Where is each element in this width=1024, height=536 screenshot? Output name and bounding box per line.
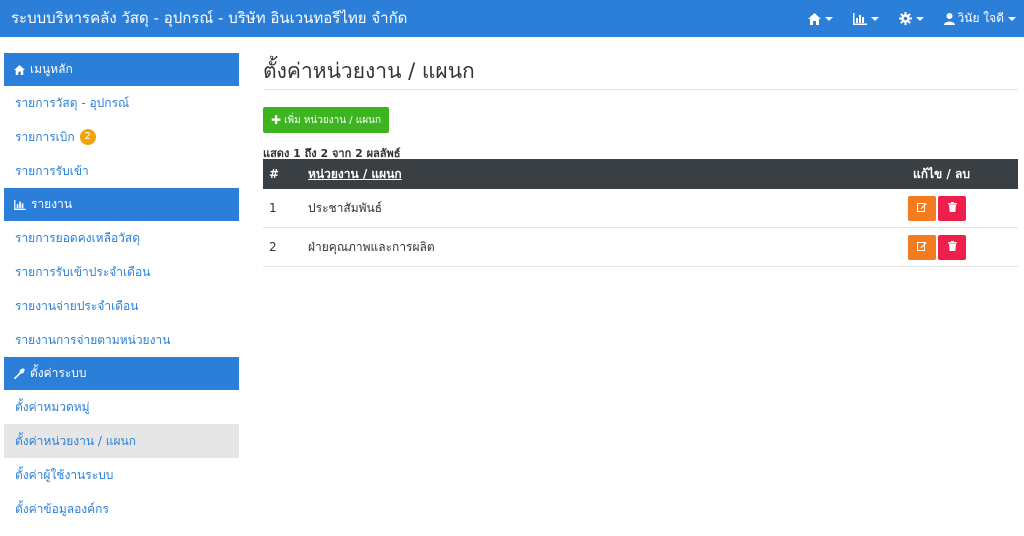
sidebar-item-monthly-receipts[interactable]: รายการรับเข้าประจำเดือน <box>4 255 239 289</box>
bar-chart-icon <box>852 12 867 25</box>
departments-table: # หน่วยงาน / แผนก แก้ไข / ลบ 1 ประชาสัมพ… <box>263 159 1018 267</box>
sidebar-item-organization[interactable]: ตั้งค่าข้อมูลองค์กร <box>4 492 239 526</box>
settings-menu-dropdown[interactable] <box>889 0 934 37</box>
wrench-icon <box>14 368 25 379</box>
chevron-down-icon <box>1008 16 1016 21</box>
sidebar-item-label: ตั้งค่าผู้ใช้งานระบบ <box>15 467 114 482</box>
gear-icon <box>898 12 912 25</box>
sidebar-item-label: รายงานจ่ายประจำเดือน <box>15 298 139 313</box>
chevron-down-icon <box>915 16 924 21</box>
user-icon <box>943 12 955 25</box>
sidebar-item-users[interactable]: ตั้งค่าผู้ใช้งานระบบ <box>4 458 239 492</box>
sidebar-header-label: ตั้งค่าระบบ <box>30 366 87 380</box>
sidebar-item-label: รายการรับเข้าประจำเดือน <box>15 264 151 279</box>
sidebar-item-monthly-issues[interactable]: รายงานจ่ายประจำเดือน <box>4 289 239 323</box>
table-row: 1 ประชาสัมพันธ์ <box>263 189 1018 228</box>
sidebar-item-label: รายการรับเข้า <box>15 163 89 178</box>
sidebar-item-categories[interactable]: ตั้งค่าหมวดหมู่ <box>4 390 239 424</box>
edit-icon <box>917 240 927 254</box>
sidebar-item-departments[interactable]: ตั้งค่าหน่วยงาน / แผนก <box>4 424 239 458</box>
sidebar-header-label: รายงาน <box>31 197 73 211</box>
sidebar-item-label: รายการเบิก <box>15 129 75 144</box>
main-content: ตั้งค่าหน่วยงาน / แผนก ✚ เพิ่ม หน่วยงาน … <box>263 53 1018 267</box>
sidebar-item-stock-balance[interactable]: รายการยอดคงเหลือวัสดุ <box>4 221 239 255</box>
sidebar-header-main-menu: เมนูหลัก <box>4 53 239 86</box>
top-navbar: ระบบบริหารคลัง วัสดุ - อุปกรณ์ - บริษัท … <box>0 0 1024 37</box>
sidebar-header-settings: ตั้งค่าระบบ <box>4 357 239 390</box>
column-header-number: # <box>269 167 280 181</box>
sidebar-item-materials[interactable]: รายการวัสดุ - อุปกรณ์ <box>4 86 239 120</box>
plus-icon: ✚ <box>271 113 282 127</box>
trash-icon <box>947 240 957 254</box>
sidebar-item-label: รายการยอดคงเหลือวัสดุ <box>15 230 141 245</box>
row-actions <box>908 195 1018 221</box>
sidebar-item-label: ตั้งค่าข้อมูลองค์กร <box>15 501 109 516</box>
row-actions <box>908 234 1018 260</box>
column-header-department[interactable]: หน่วยงาน / แผนก <box>308 165 908 184</box>
row-number: 2 <box>269 240 277 254</box>
app-brand[interactable]: ระบบบริหารคลัง วัสดุ - อุปกรณ์ - บริษัท … <box>11 0 407 37</box>
department-name: ประชาสัมพันธ์ <box>308 200 383 215</box>
add-department-button[interactable]: ✚ เพิ่ม หน่วยงาน / แผนก <box>263 107 390 133</box>
bar-chart-icon <box>14 199 26 210</box>
sidebar-item-label: รายการวัสดุ - อุปกรณ์ <box>15 95 130 110</box>
title-divider <box>263 89 1018 90</box>
delete-button[interactable] <box>938 234 966 260</box>
home-menu-dropdown[interactable] <box>798 0 843 37</box>
sidebar-item-label: ตั้งค่าหน่วยงาน / แผนก <box>15 433 137 448</box>
user-menu-dropdown[interactable]: วินัย ใจดี <box>934 0 1024 37</box>
row-number: 1 <box>269 201 277 215</box>
department-name: ฝ่ายคุณภาพและการผลิต <box>308 239 435 254</box>
user-name: วินัย ใจดี <box>957 11 1004 25</box>
sidebar-item-receipts[interactable]: รายการรับเข้า <box>4 154 239 188</box>
add-button-label: เพิ่ม หน่วยงาน / แผนก <box>284 114 382 126</box>
sidebar-header-reports: รายงาน <box>4 188 239 221</box>
count-badge: 2 <box>79 129 96 145</box>
sidebar-item-label: รายงานการจ่ายตามหน่วยงาน <box>15 332 171 347</box>
table-row: 2 ฝ่ายคุณภาพและการผลิต <box>263 228 1018 267</box>
page-title: ตั้งค่าหน่วยงาน / แผนก <box>263 59 475 83</box>
edit-button[interactable] <box>908 234 936 260</box>
chevron-down-icon <box>824 16 833 21</box>
trash-icon <box>947 201 957 215</box>
report-menu-dropdown[interactable] <box>843 0 889 37</box>
sidebar-item-issues-by-department[interactable]: รายงานการจ่ายตามหน่วยงาน <box>4 323 239 357</box>
navbar-right: วินัย ใจดี <box>798 0 1024 37</box>
sidebar: เมนูหลัก รายการวัสดุ - อุปกรณ์ รายการเบิ… <box>4 53 239 526</box>
chevron-down-icon <box>870 16 879 21</box>
home-icon <box>807 12 821 25</box>
edit-button[interactable] <box>908 195 936 221</box>
home-icon <box>14 64 25 75</box>
delete-button[interactable] <box>938 195 966 221</box>
edit-icon <box>917 201 927 215</box>
table-header: # หน่วยงาน / แผนก แก้ไข / ลบ <box>263 159 1018 189</box>
sidebar-item-label: ตั้งค่าหมวดหมู่ <box>15 399 90 414</box>
sidebar-item-withdrawals[interactable]: รายการเบิก 2 <box>4 120 239 154</box>
column-header-actions: แก้ไข / ลบ <box>913 166 970 181</box>
sidebar-header-label: เมนูหลัก <box>30 62 73 76</box>
